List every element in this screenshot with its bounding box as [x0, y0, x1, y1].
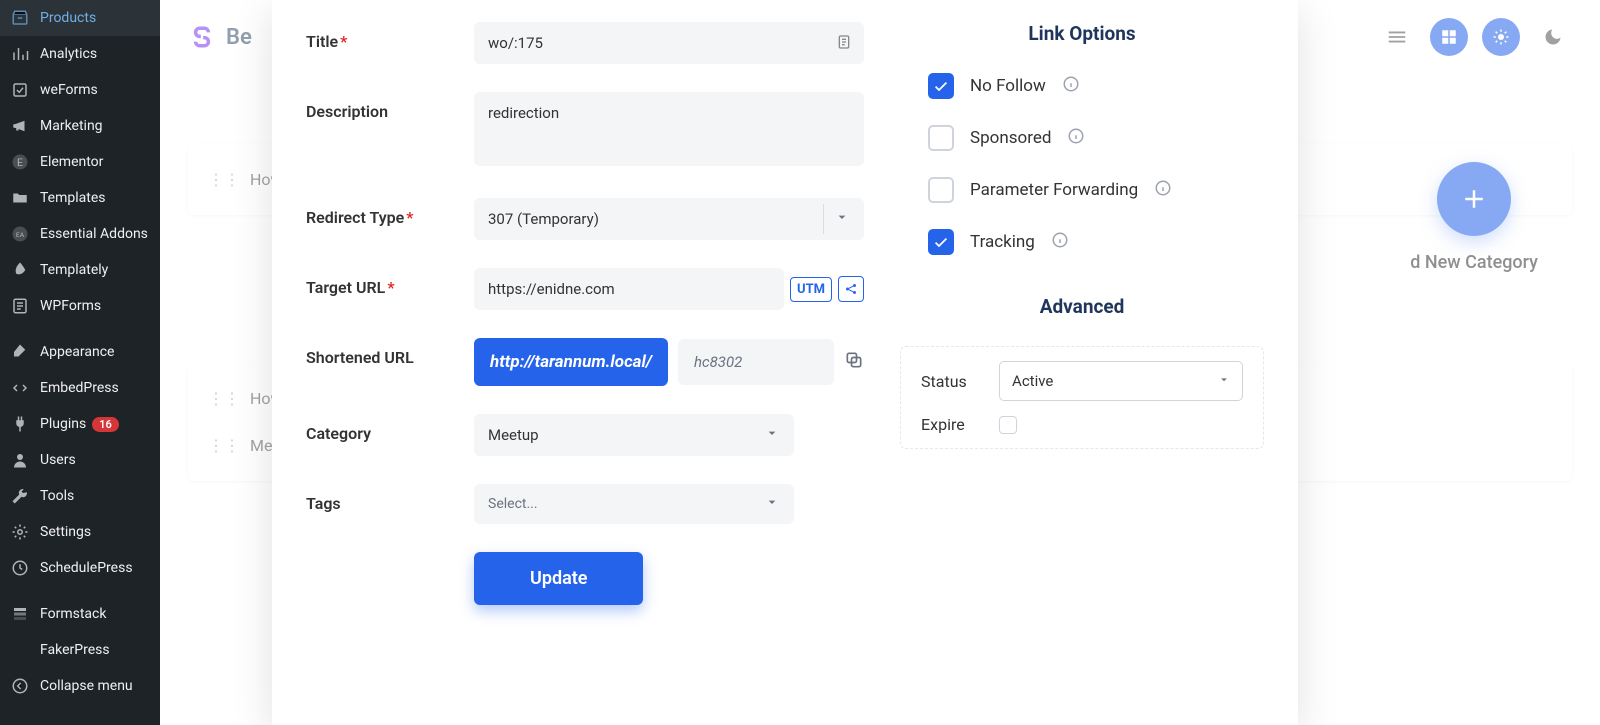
wp-menu-tools[interactable]: Tools — [0, 478, 160, 514]
short-url-slug[interactable]: hc8302 — [678, 339, 834, 385]
svg-text:E: E — [17, 156, 23, 169]
sheet-icon — [836, 34, 852, 54]
svg-text:EA: EA — [16, 231, 25, 239]
folder-icon — [10, 188, 30, 208]
stack-icon — [10, 604, 30, 624]
target-url-label: Target URL* — [306, 268, 474, 297]
checkbox-3[interactable] — [928, 229, 954, 255]
share-button[interactable] — [838, 276, 864, 302]
checkbox-0[interactable] — [928, 73, 954, 99]
wp-menu-elementor[interactable]: EElementor — [0, 144, 160, 180]
title-label: Title* — [306, 22, 474, 51]
chart-icon — [10, 44, 30, 64]
wp-menu-appearance[interactable]: Appearance — [0, 334, 160, 370]
wp-menu-essential-addons[interactable]: EAEssential Addons — [0, 216, 160, 252]
leaf-icon — [10, 260, 30, 280]
wp-menu-settings[interactable]: Settings — [0, 514, 160, 550]
info-icon — [1062, 75, 1080, 97]
description-input[interactable]: redirection — [474, 92, 864, 166]
info-icon — [1154, 179, 1172, 201]
utm-button[interactable]: UTM — [790, 277, 832, 302]
checkbox-1[interactable] — [928, 125, 954, 151]
category-select[interactable]: Meetup — [474, 414, 794, 456]
wp-admin-sidebar: ProductsAnalyticsweFormsMarketingEElemen… — [0, 0, 160, 725]
update-button[interactable]: Update — [474, 552, 643, 605]
option-sponsored: Sponsored — [900, 125, 1264, 151]
clock-icon — [10, 558, 30, 578]
wp-menu-collapse-menu[interactable]: Collapse menu — [0, 668, 160, 704]
ea-icon: EA — [10, 224, 30, 244]
expire-label: Expire — [921, 415, 981, 434]
option-tracking: Tracking — [900, 229, 1264, 255]
tags-label: Tags — [306, 484, 474, 513]
advanced-title: Advanced — [900, 295, 1264, 318]
wp-menu-templately[interactable]: Templately — [0, 252, 160, 288]
description-label: Description — [306, 92, 474, 121]
user-icon — [10, 450, 30, 470]
-icon — [10, 640, 30, 660]
checkbox-2[interactable] — [928, 177, 954, 203]
megaphone-icon — [10, 116, 30, 136]
gear-icon — [10, 522, 30, 542]
title-input[interactable] — [474, 22, 864, 64]
collapse-icon — [10, 676, 30, 696]
info-icon — [1067, 127, 1085, 149]
category-label: Category — [306, 414, 474, 443]
plug-icon — [10, 414, 30, 434]
tags-select[interactable]: Select... — [474, 484, 794, 524]
wp-menu-schedulepress[interactable]: SchedulePress — [0, 550, 160, 586]
info-icon — [1051, 231, 1069, 253]
wp-menu-embedpress[interactable]: EmbedPress — [0, 370, 160, 406]
wp-menu-formstack[interactable]: Formstack — [0, 596, 160, 632]
wp-menu-fakerpress[interactable]: FakerPress — [0, 632, 160, 668]
short-url-prefix: http://tarannum.local/ — [474, 338, 668, 386]
update-badge: 16 — [92, 417, 119, 432]
wp-menu-weforms[interactable]: weForms — [0, 72, 160, 108]
wrench-icon — [10, 486, 30, 506]
advanced-box: Status Active Expire — [900, 346, 1264, 449]
form-icon — [10, 296, 30, 316]
option-parameter-forwarding: Parameter Forwarding — [900, 177, 1264, 203]
status-label: Status — [921, 372, 981, 391]
wp-menu-templates[interactable]: Templates — [0, 180, 160, 216]
embed-icon — [10, 378, 30, 398]
check-square-icon — [10, 80, 30, 100]
brush-icon — [10, 342, 30, 362]
e-icon: E — [10, 152, 30, 172]
option-no-follow: No Follow — [900, 73, 1264, 99]
redirect-type-label: Redirect Type* — [306, 198, 474, 227]
wp-menu-wpforms[interactable]: WPForms — [0, 288, 160, 324]
wp-menu-plugins[interactable]: Plugins16 — [0, 406, 160, 442]
copy-icon[interactable] — [844, 350, 864, 374]
wp-menu-analytics[interactable]: Analytics — [0, 36, 160, 72]
wp-menu-products[interactable]: Products — [0, 0, 160, 36]
status-select[interactable]: Active — [999, 361, 1243, 401]
redirect-type-select[interactable]: 307 (Temporary) — [474, 198, 864, 240]
wp-menu-users[interactable]: Users — [0, 442, 160, 478]
link-options-title: Link Options — [900, 22, 1264, 45]
expire-checkbox[interactable] — [999, 416, 1017, 434]
shortened-url-label: Shortened URL — [306, 338, 474, 367]
target-url-input[interactable] — [474, 268, 784, 310]
wp-menu-marketing[interactable]: Marketing — [0, 108, 160, 144]
archive-icon — [10, 8, 30, 28]
edit-link-modal: Title* Description redirection Redirect … — [272, 0, 1298, 725]
